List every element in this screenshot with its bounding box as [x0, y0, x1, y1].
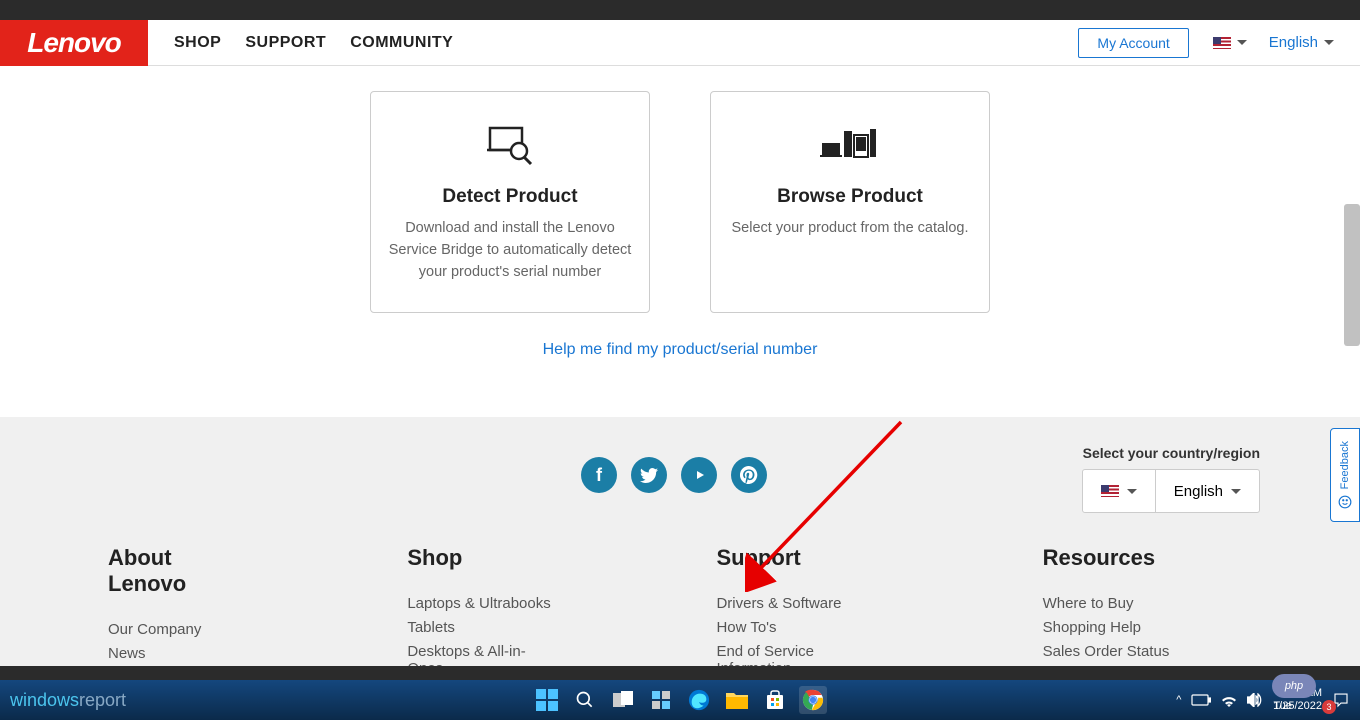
us-flag-icon	[1101, 485, 1119, 497]
footer-region-selector: Select your country/region English	[1082, 445, 1260, 513]
region-flag-button[interactable]	[1083, 470, 1155, 512]
browse-product-icon	[727, 122, 973, 170]
battery-icon[interactable]	[1191, 694, 1211, 706]
nav-shop[interactable]: SHOP	[174, 34, 221, 52]
browse-card-title: Browse Product	[727, 186, 973, 208]
browse-product-card[interactable]: Browse Product Select your product from …	[710, 91, 990, 313]
footer-col-support: Support Drivers & Software How To's End of …	[716, 545, 880, 666]
my-account-button[interactable]: My Account	[1078, 28, 1188, 58]
region-language-label: English	[1174, 483, 1223, 500]
help-serial-link[interactable]: Help me find my product/serial number	[543, 341, 818, 359]
footer-col-shop: Shop Laptops & Ultrabooks Tablets Desktops …	[407, 545, 554, 666]
volume-icon[interactable]	[1247, 693, 1263, 707]
language-label: English	[1269, 34, 1318, 51]
language-selector[interactable]: English	[1269, 34, 1334, 51]
ms-store-icon[interactable]	[761, 686, 789, 714]
main-content: Detect Product Download and install the …	[0, 66, 1360, 359]
footer-col-title: Shop	[407, 545, 554, 571]
footer-link[interactable]: Drivers & Software	[716, 595, 880, 612]
social-links: f	[108, 457, 1240, 493]
region-language-button[interactable]: English	[1155, 470, 1259, 512]
detect-product-icon	[387, 122, 633, 170]
pinterest-icon[interactable]	[731, 457, 767, 493]
notification-badge: 3	[1322, 700, 1336, 714]
site-footer: Select your country/region English f Abo…	[0, 417, 1360, 666]
widgets-button[interactable]	[647, 686, 675, 714]
primary-nav: SHOP SUPPORT COMMUNITY	[174, 34, 1078, 52]
chevron-down-icon	[1324, 40, 1334, 45]
footer-col-about-lenovo: About LenovoOur CompanyNewsInvestor Rela…	[108, 545, 245, 666]
search-button[interactable]	[571, 686, 599, 714]
footer-link[interactable]: Desktops & All-in-Ones	[407, 643, 554, 666]
footer-link[interactable]: Where to Buy	[1043, 595, 1240, 612]
footer-link[interactable]: Shopping Help	[1043, 619, 1240, 636]
footer-col-title: About Lenovo	[108, 545, 245, 597]
edge-icon[interactable]	[685, 686, 713, 714]
site-header: Lenovo SHOP SUPPORT COMMUNITY My Account…	[0, 20, 1360, 66]
footer-col-resources: Resources Where to Buy Shopping Help Sales …	[1043, 545, 1240, 666]
feedback-tab[interactable]: Feedback	[1330, 428, 1360, 522]
footer-col-title: Resources	[1043, 545, 1240, 571]
scrollbar-thumb[interactable]	[1344, 204, 1360, 346]
footer-link[interactable]: How To's	[716, 619, 880, 636]
footer-col-title: Support	[716, 545, 880, 571]
php-watermark: php	[1272, 674, 1316, 698]
region-label: Select your country/region	[1082, 445, 1260, 461]
nav-community[interactable]: COMMUNITY	[350, 34, 453, 52]
detect-card-title: Detect Product	[387, 186, 633, 208]
nav-support[interactable]: SUPPORT	[245, 34, 326, 52]
country-selector[interactable]	[1213, 37, 1247, 49]
footer-link[interactable]: End of Service Information	[716, 643, 880, 666]
facebook-icon[interactable]: f	[581, 457, 617, 493]
browse-card-desc: Select your product from the catalog.	[727, 218, 973, 240]
chrome-icon[interactable]	[799, 686, 827, 714]
lenovo-logo[interactable]: Lenovo	[0, 20, 148, 66]
detect-card-desc: Download and install the Lenovo Service …	[387, 218, 633, 283]
wifi-icon[interactable]	[1221, 693, 1237, 707]
footer-link[interactable]: Our Company	[108, 621, 245, 638]
windows-taskbar: windowsreport ^ 1:10 AM Tue 1/25/2022 ph…	[0, 680, 1360, 720]
detect-product-card[interactable]: Detect Product Download and install the …	[370, 91, 650, 313]
task-view-button[interactable]	[609, 686, 637, 714]
footer-link[interactable]: Laptops & Ultrabooks	[407, 595, 554, 612]
feedback-label: Feedback	[1339, 441, 1351, 489]
windowsreport-logo: windowsreport	[10, 690, 126, 711]
footer-link[interactable]: Tablets	[407, 619, 554, 636]
chevron-down-icon	[1237, 40, 1247, 45]
us-flag-icon	[1213, 37, 1231, 49]
start-button[interactable]	[533, 686, 561, 714]
footer-link[interactable]: Sales Order Status	[1043, 643, 1240, 660]
file-explorer-icon[interactable]	[723, 686, 751, 714]
twitter-icon[interactable]	[631, 457, 667, 493]
footer-link[interactable]: News	[108, 645, 245, 662]
chevron-down-icon	[1231, 489, 1241, 494]
smile-icon	[1338, 495, 1352, 509]
tray-chevron-icon[interactable]: ^	[1176, 694, 1181, 706]
chevron-down-icon	[1127, 489, 1137, 494]
youtube-icon[interactable]	[681, 457, 717, 493]
